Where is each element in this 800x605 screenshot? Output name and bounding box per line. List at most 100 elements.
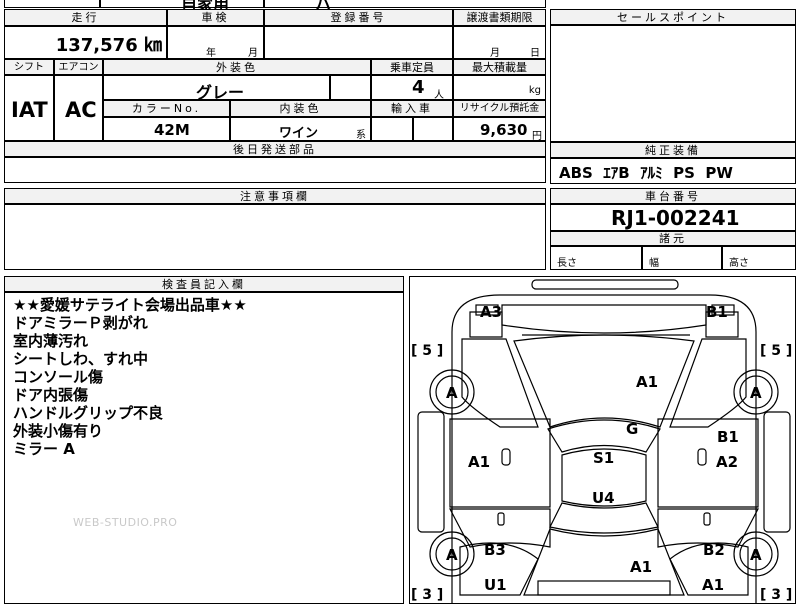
recycle-unit: 円 — [532, 131, 542, 142]
recycle-header: リサイクル預託金 — [453, 100, 546, 117]
inspector-header: 検査員記入欄 — [4, 276, 404, 292]
dimension-width-cell: 幅 — [642, 246, 722, 270]
dimension-length-label: 長さ — [557, 258, 577, 269]
mark-a1-hood: A1 — [636, 373, 658, 391]
mark-a1-rear: A1 — [630, 558, 652, 576]
exterior-color-header: 外装色 — [103, 59, 371, 75]
mark-a2: A2 — [716, 453, 738, 471]
inspector-note: ドアミラーＰ剥がれ — [13, 314, 148, 332]
mark-b1-top: B1 — [706, 303, 728, 321]
dimension-length-cell: 長さ — [550, 246, 642, 270]
transfer-day-unit: 日 — [530, 48, 540, 59]
top-partial-cell-left — [4, 0, 100, 8]
inspector-note: 外装小傷有り — [13, 422, 104, 440]
inspection-header: 車検 — [167, 9, 264, 26]
interior-color-suffix: 系 — [356, 130, 366, 141]
mileage-value: 137,576 ㎞ — [55, 35, 162, 56]
caution-header: 注意事項欄 — [4, 188, 546, 204]
registration-cell — [264, 26, 453, 59]
tire-fl-grade: A — [446, 384, 458, 402]
color-no-cell: 42M — [103, 117, 230, 141]
rear-window — [549, 502, 659, 534]
mark-s1: S1 — [593, 449, 614, 467]
rear-deck — [523, 528, 685, 596]
inspector-note: ハンドルグリップ不良 — [13, 404, 164, 422]
capacity-unit: 人 — [434, 90, 444, 101]
top-partial-cell-middle: 自家用 — [100, 0, 264, 14]
mark-a1-rear-right: A1 — [702, 576, 724, 594]
mark-a1-left: A1 — [468, 453, 490, 471]
hood — [513, 334, 695, 428]
equipment-value: ABS ｴｱB ｱﾙﾐ PS PW — [559, 164, 733, 182]
mark-b2: B2 — [703, 541, 725, 559]
dimension-height-label: 高さ — [729, 258, 749, 269]
shift-cell: IAT — [4, 75, 54, 141]
interior-color-header: 内装色 — [230, 100, 371, 117]
recycle-cell: 9,630 円 — [453, 117, 546, 142]
color-no-header: カラーNo. — [103, 100, 230, 117]
registration-header: 登録番号 — [264, 9, 453, 26]
tread-rear-right: [ 3 ] — [760, 587, 792, 603]
caution-cell — [4, 204, 546, 270]
mileage-cell: 137,576 ㎞ — [4, 26, 167, 59]
interior-color-value: ワイン — [279, 126, 319, 141]
transfer-deadline-cell: 月 日 — [453, 26, 546, 59]
max-load-header: 最大積載量 — [453, 59, 546, 75]
inspector-note: 室内薄汚れ — [13, 332, 89, 350]
dimension-height-cell: 高さ — [722, 246, 796, 270]
chassis-value: RJ1-002241 — [611, 206, 740, 230]
chassis-header: 車台番号 — [550, 188, 796, 204]
inspection-month-unit: 月 — [248, 48, 258, 59]
left-front-door — [449, 418, 551, 508]
transfer-month-unit: 月 — [490, 48, 500, 59]
later-parts-cell — [4, 157, 546, 183]
car-diagram: A3 B1 A1 G B1 A2 A1 S1 U4 B3 B2 A1 U1 A1… — [411, 279, 792, 603]
inspector-note: コンソール傷 — [13, 368, 104, 386]
tire-rl-grade: A — [446, 546, 458, 564]
car-diagram-panel: A3 B1 A1 G B1 A2 A1 S1 U4 B3 B2 A1 U1 A1… — [409, 276, 796, 604]
left-front-fender — [461, 338, 539, 428]
sales-point-cell — [550, 25, 796, 142]
tire-rr-grade: A — [750, 546, 762, 564]
front-bumper-cap — [531, 279, 679, 290]
sales-point-header: セールスポイント — [550, 9, 796, 25]
mark-u4: U4 — [592, 489, 615, 507]
recycle-value: 9,630 — [480, 121, 528, 139]
tread-rear-left: [ 3 ] — [411, 587, 443, 603]
inspector-note: シートしわ、すれ中 — [13, 350, 149, 368]
equipment-cell: ABS ｴｱB ｱﾙﾐ PS PW — [550, 158, 796, 184]
exterior-color-sub-cell — [330, 75, 371, 100]
interior-color-cell: ワイン 系 — [230, 117, 371, 141]
capacity-header: 乗車定員 — [371, 59, 453, 75]
dimensions-header: 諸元 — [550, 231, 796, 246]
inspection-cell: 年 月 — [167, 26, 264, 59]
aircon-value: AC — [65, 98, 97, 122]
tire-fr-grade: A — [750, 384, 762, 402]
exterior-color-cell: グレー — [103, 75, 330, 102]
shift-header: シフト — [4, 59, 54, 75]
mark-g: G — [626, 420, 638, 438]
dimension-width-label: 幅 — [649, 258, 659, 269]
mark-b3: B3 — [484, 541, 506, 559]
tread-front-left: [ 5 ] — [411, 343, 443, 359]
capacity-cell: 4 人 — [371, 75, 453, 101]
watermark: WEB-STUDIO.PRO — [73, 516, 178, 529]
mark-u1: U1 — [484, 576, 507, 594]
right-rocker — [763, 411, 791, 533]
mark-a3: A3 — [480, 303, 502, 321]
right-front-door — [657, 418, 759, 508]
tread-front-right: [ 5 ] — [760, 343, 792, 359]
later-parts-header: 後日発送部品 — [4, 141, 546, 157]
transfer-deadline-header: 譲渡書類期限 — [453, 9, 546, 26]
capacity-value: 4 — [412, 77, 425, 98]
aircon-cell: AC — [54, 75, 103, 141]
top-partial-cell-right: ハ — [264, 0, 546, 14]
import-cell-left — [371, 117, 413, 141]
import-cell-right — [413, 117, 453, 141]
right-front-fender — [669, 338, 747, 428]
max-load-unit: kg — [528, 85, 541, 96]
windshield — [547, 419, 661, 453]
left-rocker — [417, 411, 445, 533]
mark-b1-right: B1 — [717, 428, 739, 446]
inspector-note: ドア内張傷 — [13, 386, 89, 404]
